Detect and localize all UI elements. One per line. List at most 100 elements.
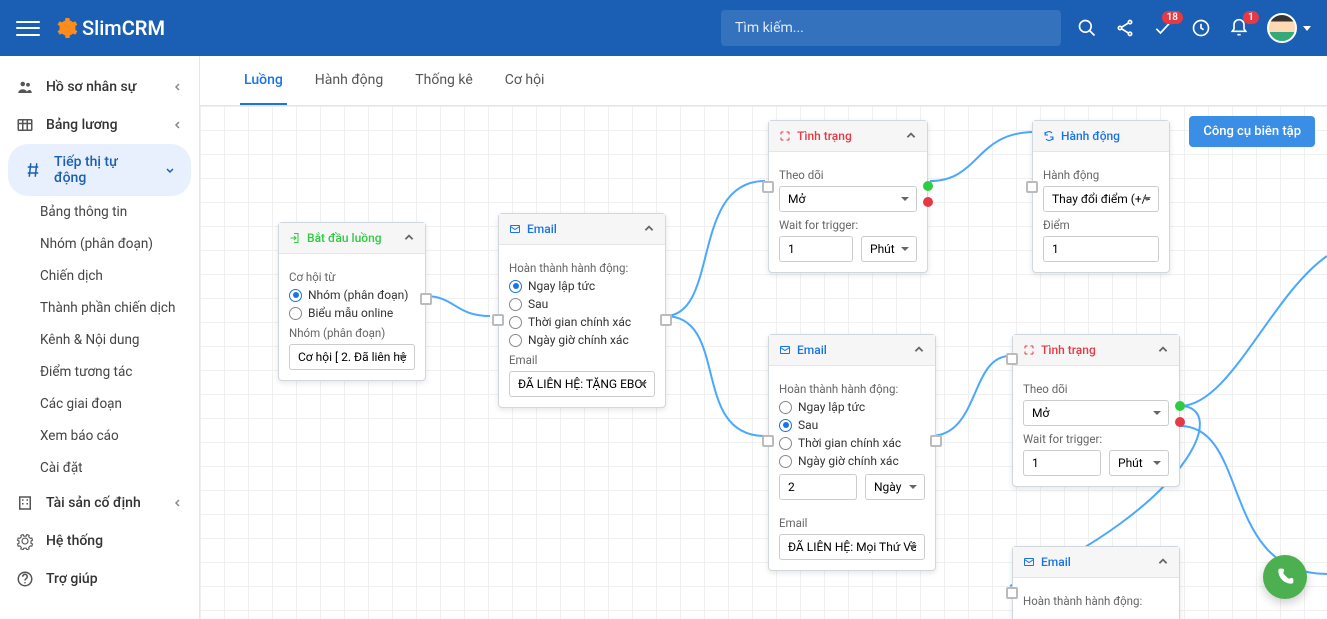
select-group[interactable]: [289, 344, 415, 370]
radio-exact-date[interactable]: Ngày giờ chính xác: [779, 454, 925, 468]
sidebar-label: Hồ sơ nhân sự: [46, 79, 136, 95]
hash-icon: [24, 161, 42, 179]
select-track[interactable]: [1023, 400, 1169, 426]
label-complete: Hoàn thành hành động:: [509, 261, 655, 275]
port-in[interactable]: [492, 314, 504, 326]
avatar: [1267, 13, 1297, 43]
bell-icon[interactable]: 1: [1229, 18, 1249, 38]
search-icon[interactable]: [1077, 18, 1097, 38]
select-action[interactable]: [1043, 186, 1159, 212]
select-wait-unit[interactable]: [861, 236, 917, 262]
radio-immediate[interactable]: Ngay lập tức: [779, 400, 925, 414]
radio-immediate[interactable]: Ngay lập tức: [509, 279, 655, 293]
table-icon: [16, 116, 34, 134]
radio-exact-date[interactable]: Ngày giờ chính xác: [509, 333, 655, 347]
select-email-template[interactable]: [779, 534, 925, 560]
caret-down-icon: [1303, 26, 1311, 31]
select-wait-unit[interactable]: [865, 474, 925, 500]
chevron-up-icon[interactable]: [1157, 556, 1169, 568]
sidebar-item-salary[interactable]: Bảng lương: [0, 106, 199, 144]
clock-icon[interactable]: [1191, 18, 1211, 38]
brand-crm: CRM: [122, 16, 165, 40]
chevron-left-icon: [173, 498, 183, 508]
input-wait-value[interactable]: [779, 236, 853, 262]
expand-icon: [1023, 344, 1035, 356]
radio-exact-time[interactable]: Thời gian chính xác: [779, 436, 925, 450]
user-menu[interactable]: [1267, 13, 1311, 43]
input-wait-value[interactable]: [779, 474, 857, 500]
search-box[interactable]: [721, 10, 1061, 46]
input-wait-value[interactable]: [1023, 450, 1101, 476]
sidebar-item-system[interactable]: Hệ thống: [0, 522, 199, 560]
sidebar-sub-score[interactable]: Điểm tương tác: [0, 356, 199, 388]
select-email-template[interactable]: [509, 371, 655, 397]
node-email-1[interactable]: Email Hoàn thành hành động: Ngay lập tức…: [498, 213, 666, 408]
phone-icon: [1275, 567, 1295, 587]
tab-flow[interactable]: Luồng: [240, 56, 287, 105]
select-wait-unit[interactable]: [1109, 450, 1169, 476]
chevron-up-icon[interactable]: [905, 130, 917, 142]
sidebar-sub-dashboard[interactable]: Bảng thông tin: [0, 196, 199, 228]
radio-segment[interactable]: Nhóm (phân đoạn): [289, 288, 415, 302]
brand-slim: Slim: [82, 16, 122, 40]
node-status-1[interactable]: Tình trạng Theo dõi Wait for trigger:: [768, 120, 928, 273]
tab-action[interactable]: Hành động: [311, 56, 387, 105]
chevron-up-icon[interactable]: [643, 223, 655, 235]
select-track[interactable]: [779, 186, 917, 212]
menu-toggle-icon[interactable]: [16, 16, 40, 40]
gear-icon: [54, 16, 78, 40]
port-in[interactable]: [1006, 587, 1018, 599]
port-out[interactable]: [930, 435, 942, 447]
port-in[interactable]: [1026, 181, 1038, 193]
sidebar-item-hr[interactable]: Hồ sơ nhân sự: [0, 68, 199, 106]
port-in[interactable]: [1006, 353, 1018, 365]
search-input[interactable]: [735, 20, 1047, 36]
node-status-2[interactable]: Tình trạng Theo dõi Wait for trigger:: [1012, 334, 1180, 487]
chevron-up-icon[interactable]: [403, 232, 415, 244]
share-icon[interactable]: [1115, 18, 1135, 38]
bell-badge: 1: [1243, 11, 1259, 24]
chevron-up-icon[interactable]: [913, 344, 925, 356]
check-icon[interactable]: 18: [1153, 18, 1173, 38]
radio-after[interactable]: Sau: [779, 418, 925, 432]
sidebar-sub-campaign[interactable]: Chiến dịch: [0, 260, 199, 292]
tab-stats[interactable]: Thống kê: [411, 56, 477, 105]
sidebar-item-assets[interactable]: Tài sản cố định: [0, 484, 199, 522]
tab-opportunity[interactable]: Cơ hội: [501, 56, 549, 105]
label-wait: Wait for trigger:: [1023, 432, 1169, 446]
brand-logo[interactable]: SlimCRM: [54, 16, 165, 40]
call-fab[interactable]: [1263, 555, 1307, 599]
radio-exact-time[interactable]: Thời gian chính xác: [509, 315, 655, 329]
card-title: Email: [797, 343, 827, 357]
chevron-up-icon[interactable]: [1157, 344, 1169, 356]
node-email-3[interactable]: Email Hoàn thành hành động:: [1012, 546, 1180, 619]
port-out[interactable]: [420, 293, 432, 305]
port-in[interactable]: [762, 435, 774, 447]
node-action[interactable]: Hành động Hành động Điểm: [1032, 120, 1170, 273]
radio-form[interactable]: Biểu mẫu online: [289, 306, 415, 320]
port-in[interactable]: [762, 181, 774, 193]
label-point: Điểm: [1043, 218, 1159, 232]
port-out[interactable]: [660, 314, 672, 326]
node-start[interactable]: Bắt đầu luồng Cơ hội từ Nhóm (phân đoạn)…: [278, 222, 426, 381]
sidebar-label: Bảng lương: [46, 117, 118, 133]
sidebar-sub-channel[interactable]: Kênh & Nội dung: [0, 324, 199, 356]
node-email-2[interactable]: Email Hoàn thành hành động: Ngay lập tức…: [768, 334, 936, 571]
sidebar-item-marketing[interactable]: Tiếp thị tự động: [8, 144, 191, 196]
radio-after[interactable]: Sau: [509, 297, 655, 311]
sidebar-sub-settings[interactable]: Cài đặt: [0, 452, 199, 484]
sidebar-label: Trợ giúp: [46, 571, 98, 587]
chevron-left-icon: [173, 82, 183, 92]
sidebar-sub-report[interactable]: Xem báo cáo: [0, 420, 199, 452]
label-complete: Hoàn thành hành động:: [779, 382, 925, 396]
flow-canvas[interactable]: Công cụ biên tập Bắt đầu luồng Cơ hội từ…: [200, 106, 1327, 619]
sidebar-item-help[interactable]: Trợ giúp: [0, 560, 199, 598]
port-out-multi[interactable]: [1175, 401, 1185, 427]
editor-tools-button[interactable]: Công cụ biên tập: [1189, 116, 1315, 147]
input-point[interactable]: [1043, 236, 1159, 262]
sidebar-sub-segment[interactable]: Nhóm (phân đoạn): [0, 228, 199, 260]
sync-icon: [1043, 130, 1055, 142]
port-out-multi[interactable]: [923, 181, 933, 207]
sidebar-sub-stages[interactable]: Các giai đoạn: [0, 388, 199, 420]
sidebar-sub-component[interactable]: Thành phần chiến dịch: [0, 292, 199, 324]
